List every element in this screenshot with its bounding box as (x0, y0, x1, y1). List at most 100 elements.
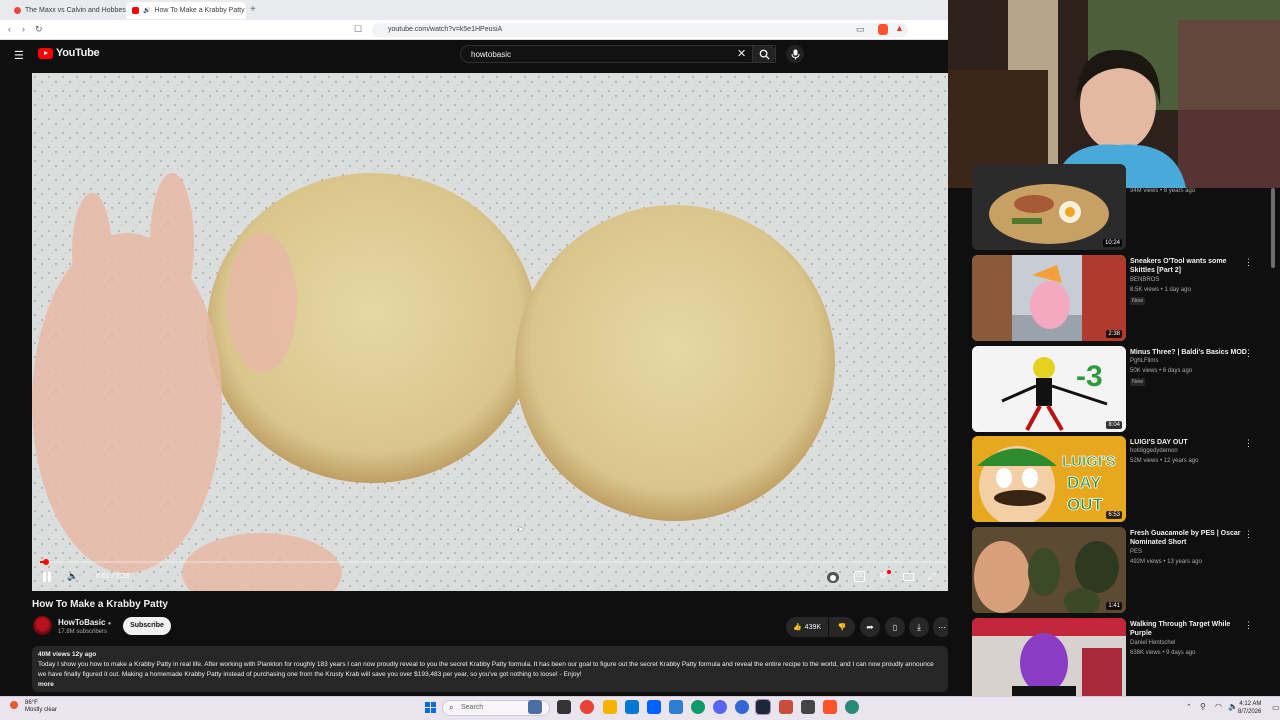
channel-name[interactable]: Daniel Hentschel (1130, 640, 1175, 646)
channel-name[interactable]: HowToBasic ● (58, 618, 111, 627)
recommendation-item[interactable]: 2:38 Sneakers O'Tool wants some Skittles… (972, 255, 1280, 343)
recommendation-item[interactable]: 1:41 Fresh Guacamole by PES | Oscar Nomi… (972, 527, 1280, 615)
notification-icon[interactable]: ▭ (1272, 703, 1280, 712)
miniplayer-icon[interactable] (903, 573, 914, 581)
chrome-icon[interactable] (580, 700, 594, 714)
youtube-logo[interactable]: YouTube (38, 47, 100, 59)
progress-bar[interactable] (40, 559, 946, 565)
brave-shield-icon[interactable] (878, 24, 888, 35)
recommendation-item[interactable]: Walking Through Target While Purple Dani… (972, 618, 1280, 706)
browser-tab[interactable]: The Maxx vs Calvin and Hobbes (8, 2, 126, 19)
video-title[interactable]: LUIGI'S DAY OUT (1130, 438, 1248, 447)
channel-name[interactable]: PES (1130, 549, 1142, 555)
task-view-icon[interactable] (557, 700, 571, 714)
volume-icon[interactable]: 🔈 (67, 571, 78, 582)
forward-icon[interactable]: › (22, 24, 25, 34)
channel-name[interactable]: PghLFilms (1130, 358, 1158, 364)
video-title[interactable]: Walking Through Target While Purple (1130, 620, 1248, 638)
luigi-thumb-text: LUIGI'S (1062, 453, 1116, 470)
start-icon[interactable] (425, 702, 436, 713)
system-clock[interactable]: 4:12 AM 8/7/2026 (1238, 700, 1261, 716)
file-explorer-icon[interactable] (603, 700, 617, 714)
app-icon[interactable] (801, 700, 815, 714)
rewards-icon[interactable]: ▲ (895, 23, 904, 33)
like-button[interactable]: 👍 439K (786, 617, 828, 637)
pause-icon[interactable] (43, 572, 51, 582)
dropbox-icon[interactable] (647, 700, 661, 714)
weather-icon[interactable] (10, 701, 18, 709)
search-button[interactable] (752, 45, 776, 63)
channel-name[interactable]: BENBROS (1130, 277, 1159, 283)
svg-text:DAY: DAY (1067, 473, 1102, 492)
video-title[interactable]: Fresh Guacamole by PES | Oscar Nominated… (1130, 529, 1248, 547)
search-icon (759, 49, 770, 60)
app-icon[interactable] (735, 700, 749, 714)
settings-icon[interactable]: ⚙ (879, 570, 887, 581)
download-button[interactable]: ⤓ (909, 617, 929, 637)
video-thumbnail[interactable]: 2:38 (972, 255, 1126, 341)
channel-name-text: HowToBasic (58, 618, 106, 627)
captions-icon[interactable]: CC (854, 571, 866, 582)
browser-tab-active[interactable]: 🔊 How To Make a Krabby Patty ✕ (126, 2, 246, 19)
clear-search-icon[interactable]: ✕ (737, 47, 746, 60)
save-button[interactable]: ▯ (885, 617, 905, 637)
edge-icon[interactable] (691, 700, 705, 714)
share-button[interactable]: ➦ (860, 617, 880, 637)
more-vertical-icon[interactable]: ⋮ (1244, 620, 1253, 631)
subscribe-button[interactable]: Subscribe (123, 617, 171, 635)
video-thumbnail[interactable]: LUIGI'S DAY OUT 6:53 (972, 436, 1126, 522)
more-vertical-icon[interactable]: ⋮ (1244, 438, 1253, 449)
recommendation-list: 10:24 34M views • 8 years ago 2:38 Sneak… (960, 164, 1270, 704)
weather-temp: 86°F (25, 700, 38, 706)
microphone-icon (791, 49, 799, 59)
thumbs-up-icon: 👍 (792, 624, 802, 631)
wifi-icon[interactable]: ◠ (1215, 702, 1222, 711)
new-tab-icon[interactable]: + (250, 4, 256, 15)
brave-icon[interactable] (823, 700, 837, 714)
target-thumbnail-art (972, 618, 1126, 704)
more-vertical-icon[interactable]: ⋮ (1244, 529, 1253, 540)
bookmark-icon[interactable]: ☐ (354, 24, 362, 35)
back-icon[interactable]: ‹ (8, 24, 11, 34)
weather-widget[interactable]: 86°F Mostly clear (25, 700, 57, 714)
tray-chevron-icon[interactable]: ⌃ (1186, 703, 1192, 711)
channel-name[interactable]: hotdiggedydemon (1130, 448, 1178, 454)
speaker-icon[interactable]: 🔈 (1228, 702, 1238, 711)
weather-desc: Mostly clear (25, 707, 58, 713)
video-title: How To Make a Krabby Patty (32, 599, 168, 610)
mail-icon[interactable] (625, 700, 639, 714)
discord-icon[interactable] (713, 700, 727, 714)
app-icon[interactable] (669, 700, 683, 714)
show-more-link[interactable]: more (38, 680, 942, 690)
more-vertical-icon[interactable]: ⋮ (1244, 257, 1253, 268)
recommendation-item[interactable]: -3 8:04 Minus Three? | Baldi's Basics MO… (972, 346, 1280, 434)
recommendation-item[interactable]: 10:24 34M views • 8 years ago (972, 164, 1280, 252)
menu-icon[interactable]: ☰ (14, 49, 24, 62)
webcam-feed (948, 0, 1280, 188)
search-highlight-icon[interactable] (528, 700, 542, 714)
app-icon[interactable] (845, 700, 859, 714)
fullscreen-icon[interactable]: ⤢ (928, 571, 935, 582)
dislike-button[interactable]: 👎 (829, 617, 855, 637)
more-vertical-icon[interactable]: ⋮ (1244, 348, 1253, 359)
video-thumbnail[interactable]: 10:24 (972, 164, 1126, 250)
channel-avatar[interactable] (33, 616, 52, 635)
recommendation-item[interactable]: LUIGI'S DAY OUT 6:53 LUIGI'S DAY OUT hotdi… (972, 436, 1280, 524)
app-icon[interactable] (779, 700, 793, 714)
video-thumbnail[interactable] (972, 618, 1126, 704)
search-input[interactable]: howtobasic (460, 45, 776, 63)
video-player[interactable] (32, 73, 948, 591)
tray-icon[interactable]: ⚲ (1200, 702, 1206, 711)
description-box[interactable]: 40M views 12y ago Today I show you how t… (32, 646, 948, 692)
steam-icon[interactable] (755, 699, 771, 715)
taskbar-search-icon: ⌕ (449, 703, 454, 712)
url-field[interactable]: youtube.com/watch?v=k5e1HPeusiA (372, 23, 908, 37)
video-title[interactable]: Minus Three? | Baldi's Basics MOD (1130, 348, 1248, 357)
video-thumbnail[interactable]: 1:41 (972, 527, 1126, 613)
video-thumbnail[interactable]: -3 8:04 (972, 346, 1126, 432)
voice-search-button[interactable] (786, 45, 804, 63)
cast-icon[interactable]: ▭ (856, 24, 865, 35)
video-title[interactable]: Sneakers O'Tool wants some Skittles [Par… (1130, 257, 1248, 275)
reload-icon[interactable]: ↻ (35, 24, 43, 35)
autoplay-toggle[interactable] (827, 572, 839, 583)
